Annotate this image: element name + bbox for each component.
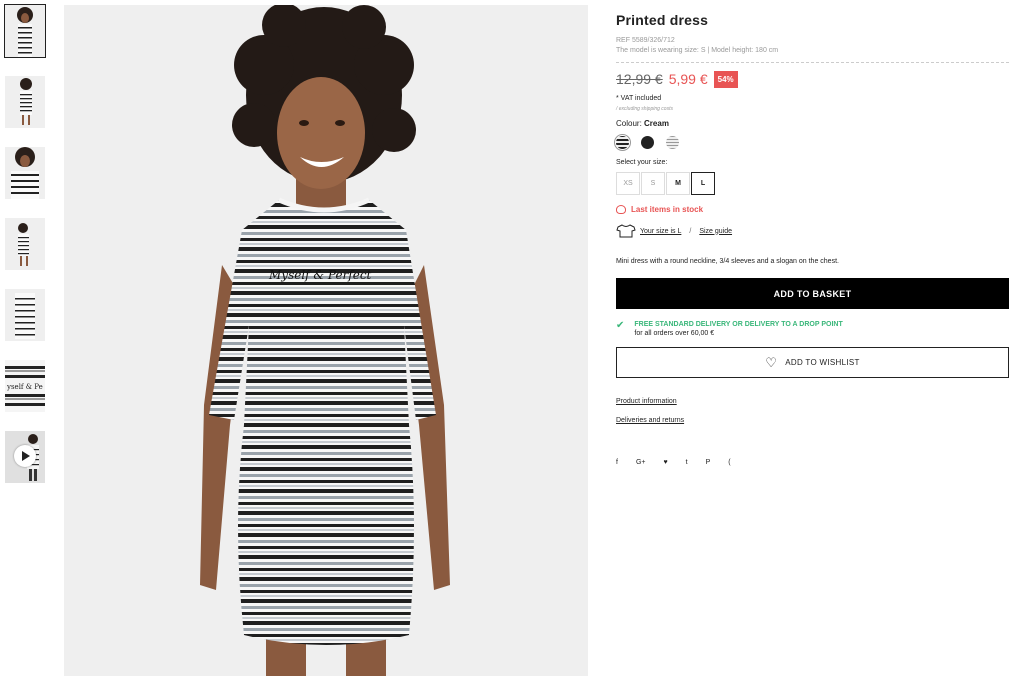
sale-price: 5,99 € <box>668 71 708 87</box>
shipping-note: / excluding shipping costs <box>616 106 673 112</box>
svg-text:yself & Pe: yself & Pe <box>6 383 43 391</box>
model-info: The model is wearing size: S | Model hei… <box>616 47 779 54</box>
twitter-icon[interactable]: ♥ <box>664 459 668 466</box>
old-price: 12,99 € <box>616 71 663 87</box>
thumbnail-1[interactable] <box>4 4 46 58</box>
vat-note: * VAT included <box>616 95 662 102</box>
size-xs[interactable]: XS <box>616 172 640 195</box>
delivery-title: FREE STANDARD DELIVERY OR DELIVERY TO A … <box>634 321 843 328</box>
facebook-icon[interactable]: f <box>616 459 618 466</box>
delivery-info: ✔ FREE STANDARD DELIVERY OR DELIVERY TO … <box>616 320 1009 338</box>
product-title: Printed dress <box>616 12 709 28</box>
your-size-link[interactable]: Your size is L <box>640 228 681 235</box>
thumbnail-5[interactable] <box>5 289 45 341</box>
pinterest-icon[interactable]: P <box>706 459 711 466</box>
divider <box>616 62 1009 63</box>
product-description: Mini dress with a round neckline, 3/4 sl… <box>616 258 839 265</box>
more-share-icon[interactable]: ( <box>728 459 730 466</box>
share-row: f G+ ♥ t P ( <box>616 459 1009 466</box>
thumbnail-7-video[interactable] <box>5 431 45 483</box>
colour-label: Colour: Cream <box>616 119 669 128</box>
thumbnail-6[interactable]: yself & Pe <box>5 360 45 412</box>
heart-icon: ♡ <box>765 354 778 370</box>
fit-row: Your size is L / Size guide <box>616 224 1009 238</box>
size-guide-link[interactable]: Size guide <box>699 228 732 235</box>
colour-swatches <box>614 134 1009 151</box>
product-details: Printed dress REF 5589/326/712 The model… <box>614 12 1009 466</box>
dress-slogan: Myself & Perfect <box>268 268 372 282</box>
thumbnail-2[interactable] <box>5 76 45 128</box>
tshirt-icon <box>616 224 636 238</box>
swatch-black[interactable] <box>641 136 654 149</box>
swatch-cream-stripe[interactable] <box>614 134 631 151</box>
thumbnail-4[interactable] <box>5 218 45 270</box>
size-label: Select your size: <box>616 159 668 166</box>
google-plus-icon[interactable]: G+ <box>636 459 646 466</box>
tumblr-icon[interactable]: t <box>686 459 688 466</box>
deliveries-returns-link[interactable]: Deliveries and returns <box>616 417 1009 424</box>
stock-warning-icon <box>616 205 626 214</box>
colour-value: Cream <box>644 119 669 128</box>
add-to-basket-button[interactable]: ADD TO BASKET <box>616 278 1009 309</box>
thumbnail-3[interactable] <box>5 147 45 199</box>
thumbnail-list: yself & Pe <box>4 4 46 502</box>
size-selector: XS S M L <box>616 172 1009 195</box>
swatch-grey-stripe[interactable] <box>666 136 679 149</box>
size-l[interactable]: L <box>691 172 715 195</box>
size-s[interactable]: S <box>641 172 665 195</box>
product-ref: REF 5589/326/712 <box>616 37 675 44</box>
stock-status: Last items in stock <box>616 205 1009 214</box>
product-information-link[interactable]: Product information <box>616 398 1009 405</box>
check-icon: ✔ <box>616 320 625 331</box>
add-to-wishlist-button[interactable]: ♡ ADD TO WISHLIST <box>616 347 1009 378</box>
main-product-image[interactable]: Myself & Perfect <box>64 5 588 676</box>
delivery-subtitle: for all orders over 60,00 € <box>634 330 715 337</box>
play-icon[interactable] <box>14 445 36 467</box>
discount-badge: 54% <box>713 70 738 88</box>
size-m[interactable]: M <box>666 172 690 195</box>
price-row: 12,99 € 5,99 € 54% <box>616 70 1009 88</box>
